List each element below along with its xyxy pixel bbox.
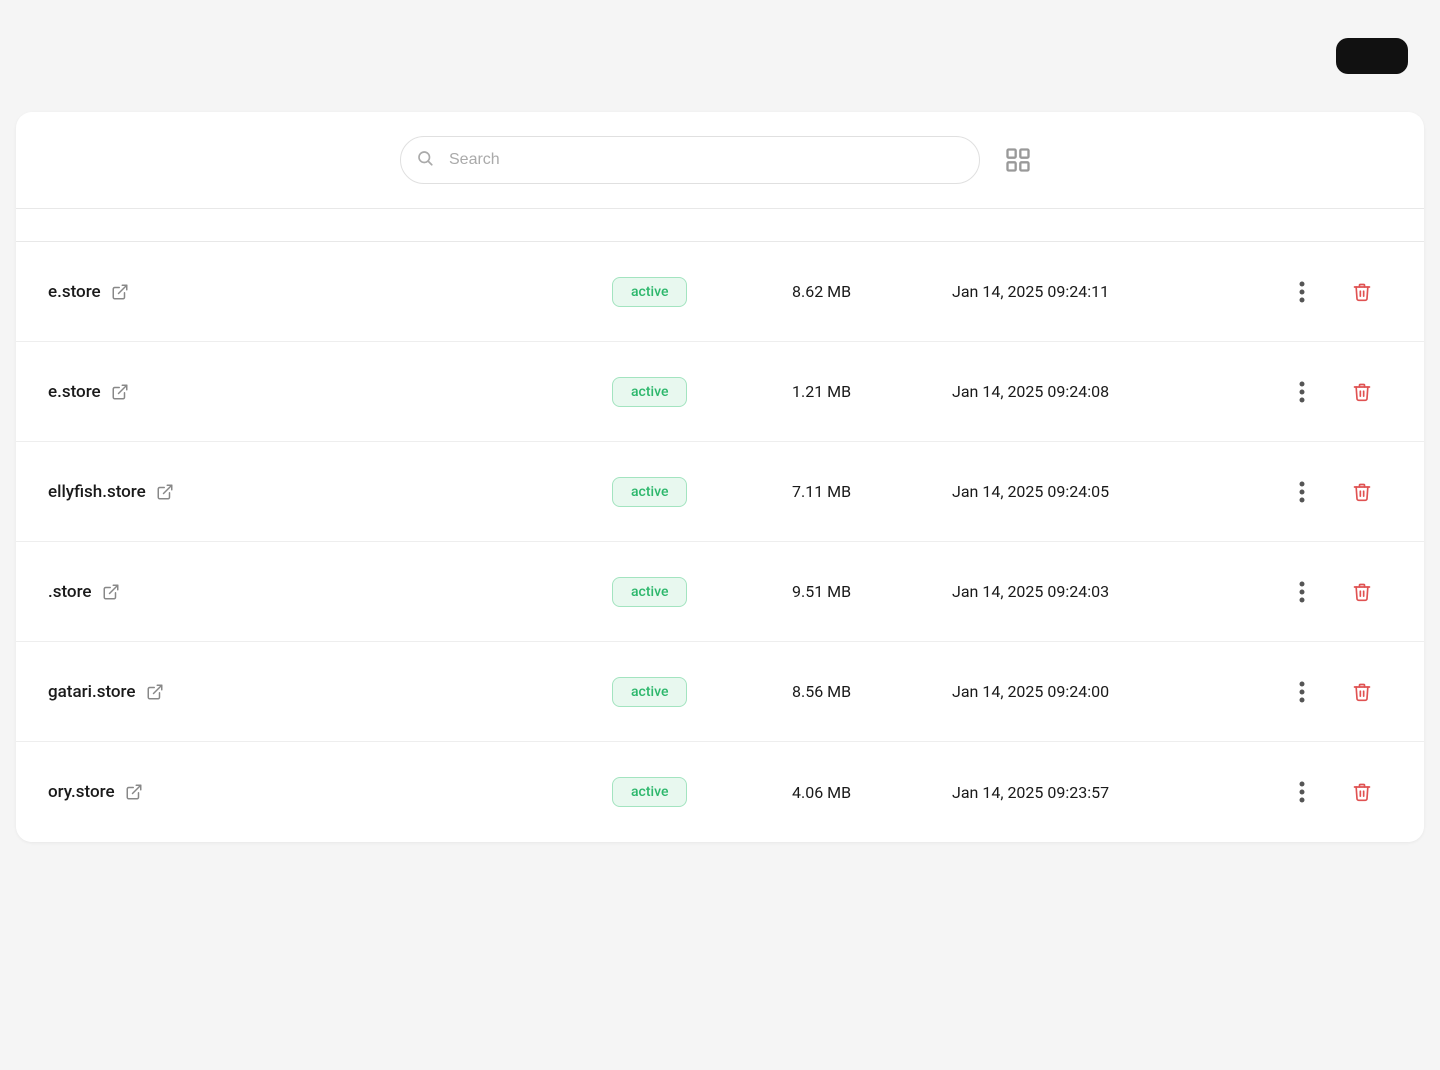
delete-button[interactable] xyxy=(1344,676,1380,708)
table-row: .store active 9.51 MB Jan 14, 2025 09:24… xyxy=(16,542,1424,642)
delete-button[interactable] xyxy=(1344,776,1380,808)
store-name-text: gatari.store xyxy=(48,682,136,702)
store-name-cell: e.store xyxy=(48,358,612,426)
status-badge: active xyxy=(612,577,687,607)
more-options-button[interactable] xyxy=(1291,775,1313,809)
more-actions-cell xyxy=(1272,375,1332,409)
trash-icon xyxy=(1352,782,1372,802)
more-actions-cell xyxy=(1272,675,1332,709)
more-dots-icon xyxy=(1299,381,1305,403)
store-name-text: .store xyxy=(48,582,92,602)
dbsize-cell: 1.21 MB xyxy=(792,382,952,401)
table-body: e.store active 8.62 MB Jan 14, 2025 09:2… xyxy=(16,242,1424,842)
external-link-icon[interactable] xyxy=(102,583,120,601)
table-row: e.store active 8.62 MB Jan 14, 2025 09:2… xyxy=(16,242,1424,342)
dbsize-cell: 7.11 MB xyxy=(792,482,952,501)
grid-view-button[interactable] xyxy=(996,138,1040,182)
more-options-button[interactable] xyxy=(1291,375,1313,409)
external-link-icon[interactable] xyxy=(111,283,129,301)
status-badge: active xyxy=(612,777,687,807)
status-cell: active xyxy=(612,677,792,707)
status-badge: active xyxy=(612,677,687,707)
store-name-cell: ellyfish.store xyxy=(48,458,612,526)
search-bar-row xyxy=(16,112,1424,209)
more-dots-icon xyxy=(1299,581,1305,603)
table-row: ellyfish.store active 7.11 MB Jan 14, 20… xyxy=(16,442,1424,542)
search-container xyxy=(400,136,980,184)
delete-actions-cell xyxy=(1332,276,1392,308)
table-header xyxy=(16,209,1424,242)
delete-actions-cell xyxy=(1332,776,1392,808)
more-dots-icon xyxy=(1299,681,1305,703)
store-name-cell: e.store xyxy=(48,258,612,326)
more-options-button[interactable] xyxy=(1291,475,1313,509)
store-name-text: e.store xyxy=(48,282,101,302)
more-options-button[interactable] xyxy=(1291,575,1313,609)
store-name-cell: .store xyxy=(48,558,612,626)
grid-icon xyxy=(1004,146,1032,174)
dbsize-cell: 9.51 MB xyxy=(792,582,952,601)
more-actions-cell xyxy=(1272,275,1332,309)
delete-button[interactable] xyxy=(1344,276,1380,308)
more-actions-cell xyxy=(1272,475,1332,509)
dbsize-cell: 8.56 MB xyxy=(792,682,952,701)
status-badge: active xyxy=(612,377,687,407)
dbsize-cell: 4.06 MB xyxy=(792,783,952,802)
more-options-button[interactable] xyxy=(1291,675,1313,709)
delete-actions-cell xyxy=(1332,676,1392,708)
table-row: e.store active 1.21 MB Jan 14, 2025 09:2… xyxy=(16,342,1424,442)
store-name-text: ory.store xyxy=(48,782,115,802)
more-options-button[interactable] xyxy=(1291,275,1313,309)
delete-button[interactable] xyxy=(1344,576,1380,608)
created-cell: Jan 14, 2025 09:23:57 xyxy=(952,783,1272,802)
status-cell: active xyxy=(612,777,792,807)
dbsize-cell: 8.62 MB xyxy=(792,282,952,301)
status-cell: active xyxy=(612,377,792,407)
trash-icon xyxy=(1352,582,1372,602)
more-actions-cell xyxy=(1272,775,1332,809)
created-cell: Jan 14, 2025 09:24:11 xyxy=(952,282,1272,301)
header xyxy=(0,0,1440,112)
main-content: e.store active 8.62 MB Jan 14, 2025 09:2… xyxy=(16,112,1424,842)
delete-button[interactable] xyxy=(1344,376,1380,408)
delete-actions-cell xyxy=(1332,576,1392,608)
external-link-icon[interactable] xyxy=(146,683,164,701)
created-cell: Jan 14, 2025 09:24:05 xyxy=(952,482,1272,501)
table-row: ory.store active 4.06 MB Jan 14, 2025 09… xyxy=(16,742,1424,842)
more-dots-icon xyxy=(1299,281,1305,303)
status-badge: active xyxy=(612,277,687,307)
more-dots-icon xyxy=(1299,481,1305,503)
external-link-icon[interactable] xyxy=(111,383,129,401)
trash-icon xyxy=(1352,382,1372,402)
trash-icon xyxy=(1352,482,1372,502)
trash-icon xyxy=(1352,282,1372,302)
search-input[interactable] xyxy=(400,136,980,184)
table-row: gatari.store active 8.56 MB Jan 14, 2025… xyxy=(16,642,1424,742)
delete-actions-cell xyxy=(1332,376,1392,408)
created-cell: Jan 14, 2025 09:24:00 xyxy=(952,682,1272,701)
created-cell: Jan 14, 2025 09:24:08 xyxy=(952,382,1272,401)
store-name-cell: gatari.store xyxy=(48,658,612,726)
external-link-icon[interactable] xyxy=(125,783,143,801)
trash-icon xyxy=(1352,682,1372,702)
status-badge: active xyxy=(612,477,687,507)
external-link-icon[interactable] xyxy=(156,483,174,501)
status-cell: active xyxy=(612,577,792,607)
store-name-cell: ory.store xyxy=(48,758,612,826)
more-actions-cell xyxy=(1272,575,1332,609)
delete-button[interactable] xyxy=(1344,476,1380,508)
delete-actions-cell xyxy=(1332,476,1392,508)
status-cell: active xyxy=(612,277,792,307)
created-cell: Jan 14, 2025 09:24:03 xyxy=(952,582,1272,601)
status-cell: active xyxy=(612,477,792,507)
store-name-text: ellyfish.store xyxy=(48,482,146,502)
new-store-button[interactable] xyxy=(1336,38,1408,74)
more-dots-icon xyxy=(1299,781,1305,803)
store-name-text: e.store xyxy=(48,382,101,402)
